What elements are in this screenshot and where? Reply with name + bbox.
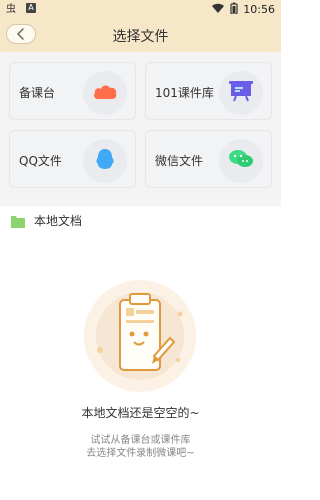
svg-text:虫: 虫 bbox=[6, 3, 16, 14]
file-source-grid: 备课台 101课件库 QQ文件 微信文件 bbox=[0, 52, 281, 198]
status-bar: 虫 A 10:56 bbox=[0, 0, 281, 18]
section-divider bbox=[0, 198, 281, 206]
status-right: 10:56 bbox=[211, 2, 275, 17]
source-label: QQ文件 bbox=[19, 154, 62, 168]
empty-state-title: 本地文档还是空空的~ bbox=[81, 406, 200, 420]
source-card-101-library[interactable]: 101课件库 bbox=[145, 62, 272, 120]
clipboard-pen-illustration bbox=[80, 280, 200, 398]
source-icon-circle bbox=[83, 139, 127, 183]
wechat-icon bbox=[228, 149, 254, 173]
source-label: 101课件库 bbox=[155, 86, 214, 100]
qq-penguin-icon bbox=[95, 148, 115, 174]
page-title: 选择文件 bbox=[112, 29, 169, 45]
source-label: 备课台 bbox=[19, 86, 56, 100]
source-icon-circle bbox=[219, 71, 263, 115]
local-docs-header: 本地文档 bbox=[10, 212, 82, 229]
cloud-icon bbox=[92, 82, 118, 104]
battery-icon bbox=[230, 2, 238, 17]
status-left: 虫 A bbox=[6, 2, 36, 15]
empty-state-desc-line2: 去选择文件录制微课吧~ bbox=[86, 448, 195, 459]
source-card-qq[interactable]: QQ文件 bbox=[9, 130, 136, 188]
source-label: 微信文件 bbox=[155, 154, 204, 168]
source-icon-circle bbox=[83, 71, 127, 115]
title-bar: 选择文件 bbox=[0, 18, 281, 52]
empty-state-illustration bbox=[80, 278, 200, 394]
a-notification-icon: A bbox=[26, 3, 36, 13]
folder-icon bbox=[10, 214, 26, 228]
source-card-beiketai[interactable]: 备课台 bbox=[9, 62, 136, 120]
source-card-wechat[interactable]: 微信文件 bbox=[145, 130, 272, 188]
status-time: 10:56 bbox=[243, 3, 275, 16]
local-docs-title: 本地文档 bbox=[34, 214, 83, 228]
source-icon-circle bbox=[219, 139, 263, 183]
wifi-icon bbox=[211, 2, 225, 17]
presentation-board-icon bbox=[228, 80, 254, 106]
bug-icon: 虫 bbox=[6, 2, 20, 15]
